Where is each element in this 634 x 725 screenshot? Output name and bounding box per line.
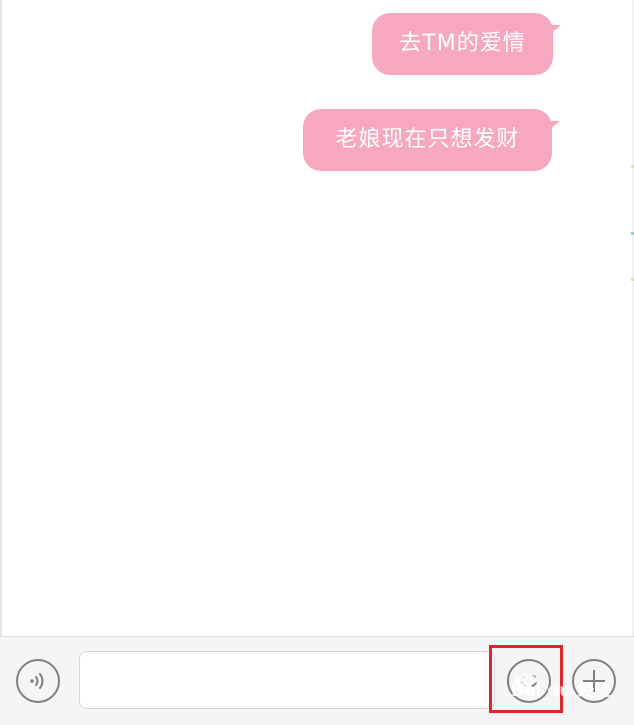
emoji-icon: [521, 675, 537, 688]
message-bubble[interactable]: 去TM的爱情: [372, 13, 561, 75]
input-bar: Bai du 经验: [0, 636, 634, 725]
plus-icon: [583, 670, 605, 692]
voice-button[interactable]: [16, 659, 60, 703]
left-divider: [0, 0, 2, 636]
message-input[interactable]: [79, 651, 495, 709]
emoji-button[interactable]: [507, 659, 551, 703]
voice-icon: [30, 673, 44, 689]
more-button[interactable]: [572, 659, 616, 703]
message-text: 去TM的爱情: [399, 31, 526, 56]
chat-screen: 去TM的爱情 老娘现在只想发财 Bai du 经验: [0, 0, 634, 725]
message-text: 老娘现在只想发财: [335, 127, 520, 152]
message-bubble[interactable]: 老娘现在只想发财: [303, 109, 560, 171]
